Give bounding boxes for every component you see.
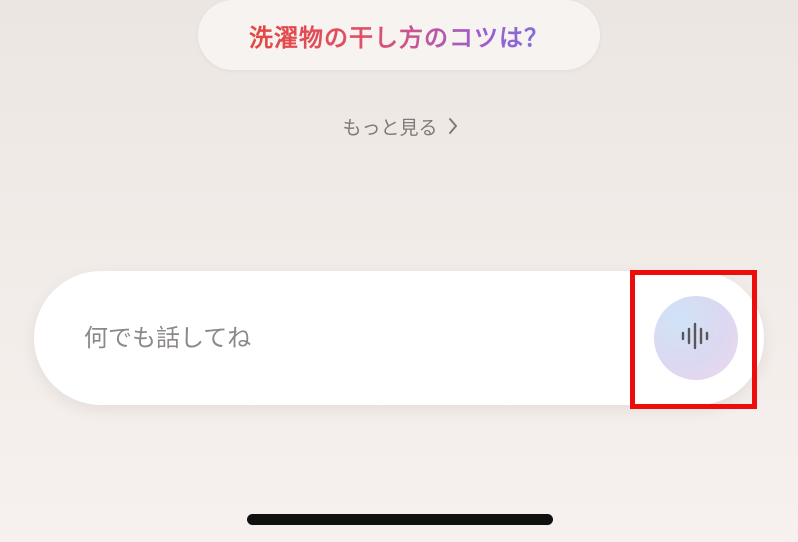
chat-input[interactable] (84, 318, 624, 358)
more-link[interactable]: もっと見る (300, 108, 500, 144)
voice-waveform-icon (679, 319, 713, 357)
suggestion-text: 洗濯物の干し方のコツは？ (249, 18, 549, 53)
home-indicator (247, 514, 553, 525)
voice-input-button[interactable] (654, 296, 738, 380)
suggestion-chip[interactable]: 洗濯物の干し方のコツは？ (198, 0, 600, 70)
chevron-right-icon (448, 117, 458, 135)
more-link-label: もっと見る (342, 116, 438, 139)
